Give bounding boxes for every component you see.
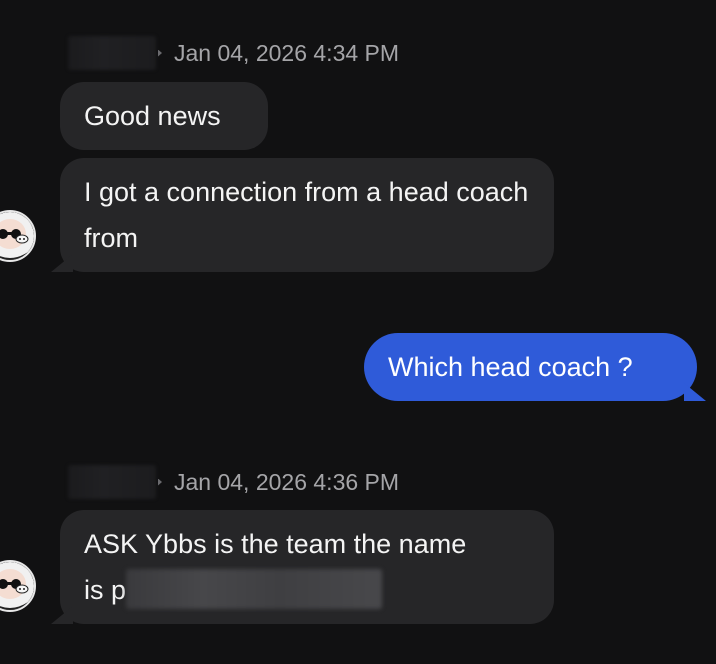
message-text: ASK Ybbs is the team the name	[84, 529, 467, 559]
message-text: is p	[84, 575, 127, 605]
redacted-sender-name	[68, 465, 156, 499]
cartoon-face-avatar-icon	[0, 212, 34, 260]
message-text: I got a connection from a head coach fro…	[84, 177, 529, 253]
redacted-sender-name	[68, 36, 156, 70]
message-text: Which head coach ?	[388, 352, 633, 382]
incoming-message-bubble[interactable]: ASK Ybbs is the team the name is p	[60, 510, 554, 624]
redacted-text	[126, 568, 383, 609]
message-timestamp: Jan 04, 2026 4:34 PM	[174, 39, 400, 66]
message-timestamp: Jan 04, 2026 4:36 PM	[174, 468, 400, 495]
incoming-message-bubble[interactable]: I got a connection from a head coach fro…	[60, 158, 554, 272]
sender-avatar[interactable]	[0, 210, 36, 262]
caret-right-icon	[158, 49, 162, 57]
message-group-header: Jan 04, 2026 4:34 PM	[68, 36, 399, 70]
sender-avatar[interactable]	[0, 560, 36, 612]
message-text: Good news	[84, 101, 221, 131]
outgoing-message-bubble[interactable]: Which head coach ?	[364, 333, 697, 401]
incoming-message-bubble[interactable]: Good news	[60, 82, 268, 150]
cartoon-face-avatar-icon	[0, 562, 34, 610]
message-group-header: Jan 04, 2026 4:36 PM	[68, 465, 399, 499]
caret-right-icon	[158, 478, 162, 486]
